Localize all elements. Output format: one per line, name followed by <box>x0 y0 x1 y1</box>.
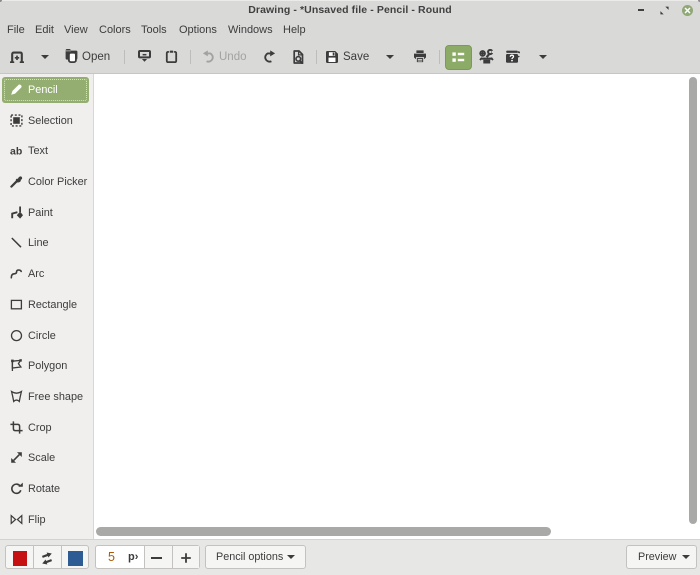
svg-text:ab: ab <box>10 146 22 158</box>
